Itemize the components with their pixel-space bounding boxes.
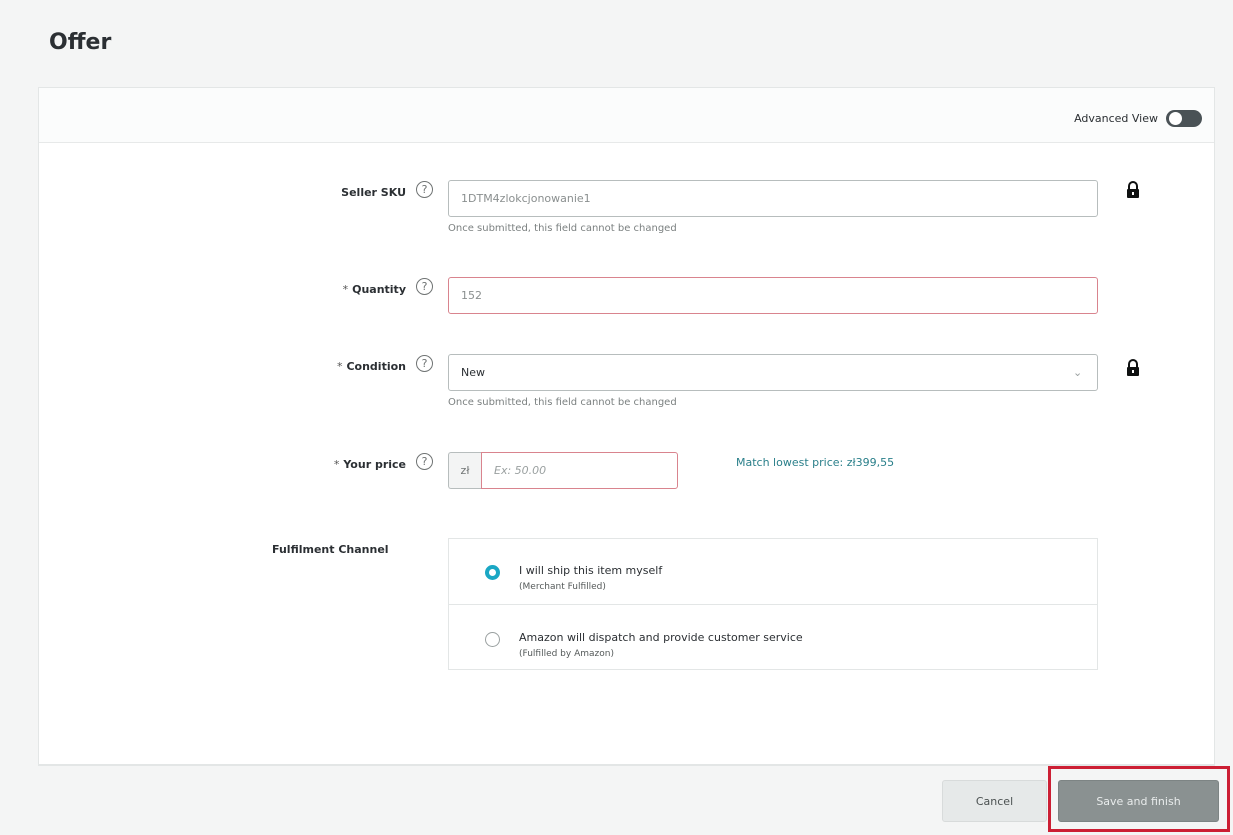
help-circle-icon[interactable]: ? [416,278,433,295]
toggle-knob [1169,112,1182,125]
help-circle-icon[interactable]: ? [416,453,433,470]
price-label-text: Your price [343,458,406,471]
required-marker: * [333,458,340,471]
advanced-view-label: Advanced View [1074,112,1158,125]
condition-label: * Condition [246,360,406,373]
condition-selected-value: New [461,366,485,379]
match-lowest-price-link[interactable]: Match lowest price: zł399,55 [736,456,894,469]
seller-sku-label-text: Seller SKU [341,186,406,199]
fulfilment-option-title: I will ship this item myself [519,564,663,577]
quantity-input[interactable]: 152 [448,277,1098,314]
help-circle-icon[interactable]: ? [416,181,433,198]
fulfilment-option-amazon[interactable]: Amazon will dispatch and provide custome… [449,605,1097,671]
fulfilment-option-merchant[interactable]: I will ship this item myself (Merchant F… [449,539,1097,605]
seller-sku-label: Seller SKU [246,186,406,199]
radio-button-checked[interactable] [485,565,500,580]
advanced-view-toggle[interactable] [1166,110,1202,127]
condition-label-text: Condition [346,360,406,373]
radio-button[interactable] [485,632,500,647]
cancel-button[interactable]: Cancel [942,780,1047,822]
fulfilment-option-title: Amazon will dispatch and provide custome… [519,631,803,644]
lock-icon [1127,181,1139,198]
price-input[interactable]: Ex: 50.00 [481,452,678,489]
currency-prefix: zł [448,452,481,489]
card-header: Advanced View [39,88,1214,143]
required-marker: * [342,283,349,296]
required-marker: * [336,360,343,373]
lock-icon [1127,359,1139,376]
seller-sku-input[interactable]: 1DTM4zlokcjonowanie1 [448,180,1098,217]
condition-select[interactable]: New [448,354,1098,391]
page-title: Offer [49,30,112,55]
fulfilment-option-subtitle: (Merchant Fulfilled) [519,582,606,592]
fulfilment-options: I will ship this item myself (Merchant F… [448,538,1098,670]
footer-divider [38,765,1215,766]
price-label: * Your price [246,458,406,471]
chevron-down-icon[interactable]: ⌄ [1073,366,1082,379]
fulfilment-option-subtitle: (Fulfilled by Amazon) [519,649,614,659]
fulfilment-channel-label: Fulfilment Channel [272,543,389,556]
help-circle-icon[interactable]: ? [416,355,433,372]
quantity-label-text: Quantity [352,283,406,296]
seller-sku-hint: Once submitted, this field cannot be cha… [448,223,677,234]
quantity-label: * Quantity [246,283,406,296]
save-and-finish-button[interactable]: Save and finish [1058,780,1219,822]
condition-hint: Once submitted, this field cannot be cha… [448,397,677,408]
